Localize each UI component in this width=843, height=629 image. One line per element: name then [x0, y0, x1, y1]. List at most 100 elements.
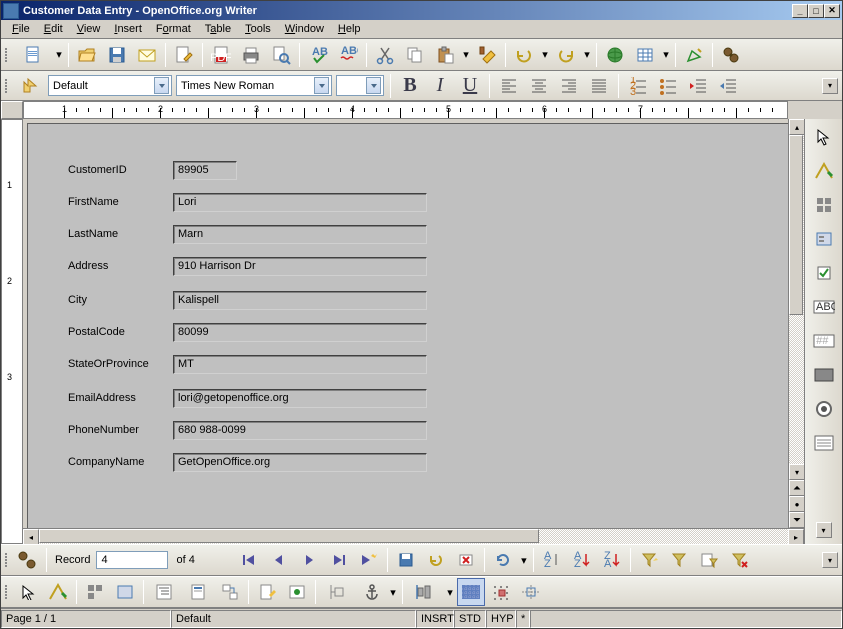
next-page-button[interactable]: ⏷ — [789, 512, 804, 528]
undo-button[interactable] — [510, 41, 538, 69]
grid-visible-button[interactable] — [457, 578, 485, 606]
anchor-button[interactable] — [358, 578, 386, 606]
form-properties-button[interactable] — [810, 227, 838, 251]
field-input-lastname[interactable]: Marn — [173, 225, 427, 244]
field-input-stateorprovince[interactable]: MT — [173, 355, 427, 374]
toolbar-overflow-button[interactable]: ▾ — [822, 552, 838, 568]
scroll-down-button[interactable]: ▾ — [789, 464, 804, 480]
form-filter-button[interactable] — [695, 546, 723, 574]
format-paintbrush-button[interactable] — [473, 41, 501, 69]
toolbar-grip[interactable] — [5, 580, 10, 604]
numbering-button[interactable]: 123 — [625, 73, 651, 99]
toolbar-overflow-button[interactable]: ▾ — [816, 522, 832, 538]
menu-window[interactable]: Window — [278, 21, 331, 37]
open-button[interactable] — [73, 41, 101, 69]
find-replace-button[interactable] — [717, 41, 745, 69]
spellcheck-button[interactable]: ABC — [304, 41, 332, 69]
select-tool-button[interactable] — [810, 125, 838, 149]
record-number-input[interactable]: 4 — [96, 551, 168, 569]
underline-button[interactable]: U — [457, 73, 483, 99]
new-record-button[interactable] — [355, 546, 383, 574]
bullets-button[interactable] — [655, 73, 681, 99]
design-mode-button[interactable] — [810, 159, 838, 183]
sort-desc-button[interactable]: ZA — [598, 546, 626, 574]
save-button[interactable] — [103, 41, 131, 69]
toolbar-grip[interactable] — [5, 74, 10, 98]
paste-button[interactable] — [431, 41, 459, 69]
field-input-companyname[interactable]: GetOpenOffice.org — [173, 453, 427, 472]
bold-button[interactable]: B — [397, 73, 423, 99]
add-field-button[interactable] — [186, 578, 214, 606]
open-design-button[interactable] — [253, 578, 281, 606]
justify-button[interactable] — [586, 73, 612, 99]
field-input-postalcode[interactable]: 80099 — [173, 323, 427, 342]
field-input-customerid[interactable]: 89905 — [173, 161, 237, 180]
undo-dropdown[interactable]: ▾ — [540, 48, 550, 61]
anchor-dropdown[interactable]: ▾ — [388, 586, 398, 599]
status-selection[interactable]: STD — [454, 610, 486, 628]
table-button[interactable] — [631, 41, 659, 69]
scroll-right-button[interactable]: ▸ — [788, 529, 804, 544]
auto-control-focus-button[interactable] — [283, 578, 311, 606]
align-button[interactable] — [407, 578, 443, 606]
autofilter-button[interactable] — [635, 546, 663, 574]
auto-spellcheck-button[interactable]: ABC — [334, 41, 362, 69]
dropdown-arrow-icon[interactable] — [366, 77, 381, 94]
text-box-control-button[interactable]: ABC — [810, 295, 838, 319]
close-button[interactable]: ✕ — [824, 4, 840, 18]
menu-insert[interactable]: Insert — [107, 21, 149, 37]
dropdown-arrow-icon[interactable] — [314, 77, 329, 94]
undo-entry-button[interactable] — [422, 546, 450, 574]
horizontal-ruler[interactable]: 1234567 — [23, 101, 788, 119]
push-button-control-button[interactable] — [810, 363, 838, 387]
font-size-combo[interactable] — [336, 75, 384, 96]
toolbar-grip[interactable] — [5, 548, 10, 572]
font-name-combo[interactable]: Times New Roman — [176, 75, 332, 96]
dropdown-arrow-icon[interactable] — [154, 77, 169, 94]
sort-asc-button[interactable]: AZ — [568, 546, 596, 574]
design-mode-toggle-button[interactable] — [44, 578, 72, 606]
print-preview-button[interactable] — [267, 41, 295, 69]
prev-record-button[interactable] — [265, 546, 293, 574]
edit-file-button[interactable] — [170, 41, 198, 69]
status-hyphenation[interactable]: HYP — [486, 610, 516, 628]
menu-table[interactable]: Table — [198, 21, 238, 37]
next-record-button[interactable] — [295, 546, 323, 574]
sort-button[interactable]: AZ — [538, 546, 566, 574]
italic-button[interactable]: I — [427, 73, 453, 99]
snap-grid-button[interactable] — [487, 578, 515, 606]
refresh-dropdown[interactable]: ▾ — [519, 554, 529, 567]
apply-filter-button[interactable] — [665, 546, 693, 574]
control-properties-button[interactable] — [81, 578, 109, 606]
cut-button[interactable] — [371, 41, 399, 69]
find-record-button[interactable] — [14, 546, 42, 574]
toolbar-overflow-button[interactable]: ▾ — [822, 78, 838, 94]
horizontal-scrollbar[interactable]: ◂ ▸ — [23, 528, 804, 544]
email-button[interactable] — [133, 41, 161, 69]
select-button[interactable] — [14, 578, 42, 606]
formatted-field-button[interactable]: ## — [810, 329, 838, 353]
redo-dropdown[interactable]: ▾ — [582, 48, 592, 61]
status-style[interactable]: Default — [171, 610, 416, 628]
vertical-scrollbar[interactable]: ▴ ▾ ⏶ ● ⏷ — [788, 119, 804, 528]
nav-target-button[interactable]: ● — [789, 496, 804, 512]
field-input-emailaddress[interactable]: lori@getopenoffice.org — [173, 389, 427, 408]
show-draw-button[interactable] — [680, 41, 708, 69]
maximize-button[interactable]: □ — [808, 4, 824, 18]
paste-dropdown[interactable]: ▾ — [461, 48, 471, 61]
new-doc-button[interactable] — [14, 41, 52, 69]
first-record-button[interactable] — [235, 546, 263, 574]
refresh-button[interactable] — [489, 546, 517, 574]
increase-indent-button[interactable] — [715, 73, 741, 99]
align-center-button[interactable] — [526, 73, 552, 99]
export-pdf-button[interactable]: PDF — [207, 41, 235, 69]
table-dropdown[interactable]: ▾ — [661, 48, 671, 61]
checkbox-control-button[interactable] — [810, 261, 838, 285]
align-left-button[interactable] — [496, 73, 522, 99]
field-input-city[interactable]: Kalispell — [173, 291, 427, 310]
menu-format[interactable]: Format — [149, 21, 198, 37]
position-size-button[interactable] — [320, 578, 356, 606]
decrease-indent-button[interactable] — [685, 73, 711, 99]
document-page[interactable]: CustomerID89905FirstNameLoriLastNameMarn… — [27, 123, 788, 528]
align-dropdown[interactable]: ▾ — [445, 586, 455, 599]
